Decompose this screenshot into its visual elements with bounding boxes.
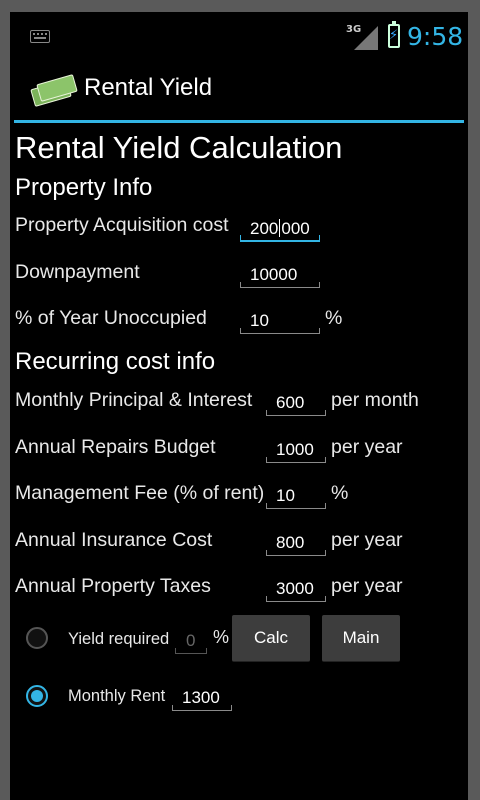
- monthly-rent-input[interactable]: 1300: [172, 685, 232, 711]
- property-info-heading: Property Info: [15, 174, 153, 201]
- acquisition-cost-label: Property Acquisition cost: [15, 214, 229, 236]
- yield-required-radio[interactable]: [26, 627, 48, 649]
- recurring-cost-heading: Recurring cost info: [15, 348, 216, 375]
- yield-required-suffix: %: [213, 627, 230, 647]
- repairs-budget-suffix: per year: [331, 436, 403, 458]
- property-taxes-label: Annual Property Taxes: [15, 575, 211, 597]
- monthly-rent-label: Monthly Rent: [68, 687, 166, 705]
- unoccupied-suffix: %: [325, 307, 343, 329]
- device-screen: 3G ⚡ 9:58 Rental Yield Rental Yield Calc…: [10, 12, 468, 800]
- insurance-cost-label: Annual Insurance Cost: [15, 529, 213, 551]
- management-fee-suffix: %: [331, 482, 349, 504]
- page-title: Rental Yield Calculation: [15, 130, 343, 165]
- property-taxes-suffix: per year: [331, 575, 403, 597]
- yield-required-input[interactable]: 0: [175, 628, 207, 654]
- property-taxes-input[interactable]: 3000: [266, 576, 326, 602]
- downpayment-input[interactable]: 10000: [240, 262, 320, 288]
- unoccupied-label: % of Year Unoccupied: [15, 307, 207, 329]
- management-fee-label: Management Fee (% of rent): [15, 482, 265, 504]
- downpayment-label: Downpayment: [15, 261, 140, 283]
- calc-button[interactable]: Calc: [232, 615, 310, 662]
- principal-interest-label: Monthly Principal & Interest: [15, 389, 253, 411]
- monthly-rent-radio[interactable]: [26, 685, 48, 707]
- acquisition-cost-input[interactable]: 200 000: [240, 216, 320, 242]
- principal-interest-input[interactable]: 600: [266, 390, 326, 416]
- form-content: Rental Yield Calculation Property Info P…: [10, 12, 468, 800]
- yield-required-label: Yield required: [68, 630, 170, 648]
- repairs-budget-input[interactable]: 1000: [266, 437, 326, 463]
- repairs-budget-label: Annual Repairs Budget: [15, 436, 216, 458]
- management-fee-input[interactable]: 10: [266, 483, 326, 509]
- unoccupied-input[interactable]: 10: [240, 308, 320, 334]
- insurance-cost-input[interactable]: 800: [266, 530, 326, 556]
- insurance-cost-suffix: per year: [331, 529, 403, 551]
- principal-interest-suffix: per month: [331, 389, 419, 411]
- main-button[interactable]: Main: [322, 615, 400, 662]
